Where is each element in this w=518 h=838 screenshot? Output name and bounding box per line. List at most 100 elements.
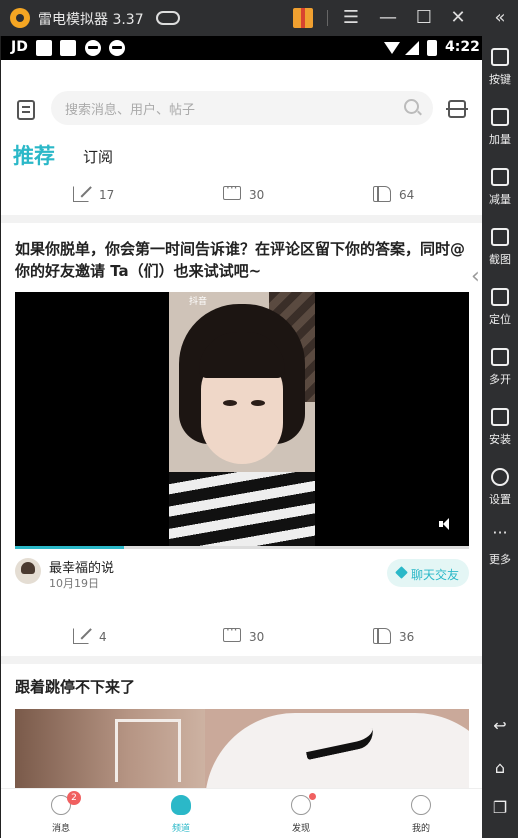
title-divider: [327, 10, 328, 26]
sidebar-item-label: 截图: [489, 253, 511, 266]
collapse-sidebar-icon[interactable]: «: [488, 6, 512, 30]
nav-label: 发现: [291, 824, 310, 834]
keyboard-icon: [491, 48, 509, 66]
maximize-icon[interactable]: ☐: [412, 6, 436, 30]
video-progress-bar[interactable]: [15, 546, 469, 549]
video-progress-fill: [15, 546, 124, 549]
bottom-nav: 2 消息 频道 发现 我的: [1, 788, 482, 838]
wifi-icon: [384, 42, 400, 54]
compass-icon: [291, 795, 311, 815]
author-name[interactable]: 最幸福的说: [49, 557, 114, 576]
signal-icon: [405, 41, 419, 55]
post-action-row: 4 30 36: [1, 618, 482, 658]
emulator-title-bar: 雷电模拟器 3.37 ☰ — ☐ ✕ «: [0, 0, 518, 36]
thumbs-up-icon: [373, 628, 391, 644]
sidebar-item-label: 安装: [489, 433, 511, 446]
video-player[interactable]: 抖音: [15, 292, 469, 546]
feed-divider: [1, 656, 482, 664]
post-image[interactable]: [15, 709, 469, 789]
planet-icon: [171, 795, 191, 815]
sidebar-item-volume-up[interactable]: 加量: [482, 104, 518, 154]
search-placeholder: 搜索消息、用户、帖子: [65, 103, 196, 118]
nav-messages[interactable]: 2 消息: [31, 789, 91, 838]
gear-icon: [491, 468, 509, 486]
sidebar-item-multi-instance[interactable]: 多开: [482, 344, 518, 394]
video-shirt: [169, 472, 315, 546]
volume-down-icon: [491, 168, 509, 186]
feed-tabs: 推荐 订阅: [1, 136, 482, 176]
sidebar-item-install[interactable]: 安装: [482, 404, 518, 454]
post-title[interactable]: 跟着跳停不下来了: [15, 676, 467, 698]
mute-icon[interactable]: [439, 518, 453, 530]
chat-button-label: 聊天交友: [411, 568, 460, 582]
video-watermark: 抖音: [189, 297, 208, 307]
like-count: 36: [399, 630, 415, 644]
sidebar-item-label: 减量: [489, 193, 511, 206]
comment-icon: [223, 181, 241, 200]
phone-screen: JD 4:22 搜索消息、用户、帖子 推荐 订阅 17 30 64: [0, 36, 482, 838]
post-action-row: 17 30 64: [1, 176, 482, 216]
share-count: 4: [99, 630, 107, 644]
sidebar-item-screenshot[interactable]: 截图: [482, 224, 518, 274]
share-icon: [73, 628, 89, 644]
multi-instance-icon: [491, 348, 509, 366]
sidebar-item-label: 设置: [489, 493, 511, 506]
emulator-sidebar: 按键 加量 减量 截图 定位 多开 安装 设置 ··· 更多 ↩ ⌂ ❐: [482, 36, 518, 838]
avatar[interactable]: [15, 558, 41, 584]
nav-label: 频道: [171, 824, 190, 834]
carrier-label: JD: [11, 39, 28, 55]
chevron-left-icon[interactable]: ‹: [471, 264, 482, 294]
volume-up-icon: [491, 108, 509, 126]
tab-recommend[interactable]: 推荐: [13, 140, 55, 170]
post-title[interactable]: 如果你脱单，你会第一时间告诉谁？在评论区留下你的答案，同时@你的好友邀请 Ta（…: [15, 238, 467, 282]
comment-icon: [223, 623, 241, 642]
nav-channels[interactable]: 频道: [151, 789, 211, 838]
post-date: 10月19日: [49, 577, 99, 590]
battery-icon: [427, 40, 437, 56]
video-eye: [251, 400, 265, 406]
nav-mine[interactable]: 我的: [391, 789, 451, 838]
recents-icon[interactable]: ❐: [490, 798, 510, 818]
gift-icon[interactable]: [293, 8, 313, 28]
tab-subscribe[interactable]: 订阅: [83, 146, 113, 167]
sunglasses-icon: [85, 40, 101, 56]
close-icon[interactable]: ✕: [446, 6, 470, 30]
search-input[interactable]: 搜索消息、用户、帖子: [51, 91, 433, 125]
clock: 4:22: [445, 39, 480, 55]
notification-icon: [36, 40, 52, 56]
sidebar-item-keymap[interactable]: 按键: [482, 44, 518, 94]
image-background: [15, 709, 205, 789]
sidebar-item-label: 按键: [489, 73, 511, 86]
gamepad-icon[interactable]: [156, 11, 180, 25]
emulator-title: 雷电模拟器 3.37: [38, 12, 144, 28]
notification-dot: [309, 793, 316, 800]
minimize-icon[interactable]: —: [376, 6, 400, 30]
back-icon[interactable]: ↩: [490, 716, 510, 736]
nav-discover[interactable]: 发现: [271, 789, 331, 838]
thumbs-up-icon: [373, 186, 391, 202]
sidebar-item-settings[interactable]: 设置: [482, 464, 518, 514]
sidebar-item-location[interactable]: 定位: [482, 284, 518, 334]
sidebar-item-label: 加量: [489, 133, 511, 146]
sidebar-item-volume-down[interactable]: 减量: [482, 164, 518, 214]
sidebar-item-label: 定位: [489, 313, 511, 326]
author-row: 最幸福的说 10月19日 聊天交友: [15, 554, 469, 594]
scan-icon[interactable]: [446, 100, 468, 118]
smiley-icon: [411, 795, 431, 815]
video-eye: [223, 400, 237, 406]
sidebar-item-more[interactable]: ··· 更多: [482, 524, 518, 574]
scissors-icon: [491, 228, 509, 246]
menu-icon[interactable]: ☰: [339, 6, 363, 30]
tag-icon: [395, 566, 408, 579]
sidebar-item-label: 多开: [489, 373, 511, 386]
drawer-menu-icon[interactable]: [17, 100, 35, 120]
status-bar: JD 4:22: [1, 36, 482, 60]
sunglasses-icon: [109, 40, 125, 56]
more-dots-icon: ···: [492, 523, 508, 542]
share-icon: [73, 186, 89, 202]
chat-button[interactable]: 聊天交友: [387, 559, 469, 587]
home-icon[interactable]: ⌂: [490, 758, 510, 778]
unread-badge: 2: [67, 791, 81, 805]
video-frame: 抖音: [169, 292, 315, 546]
search-icon: [404, 99, 419, 114]
